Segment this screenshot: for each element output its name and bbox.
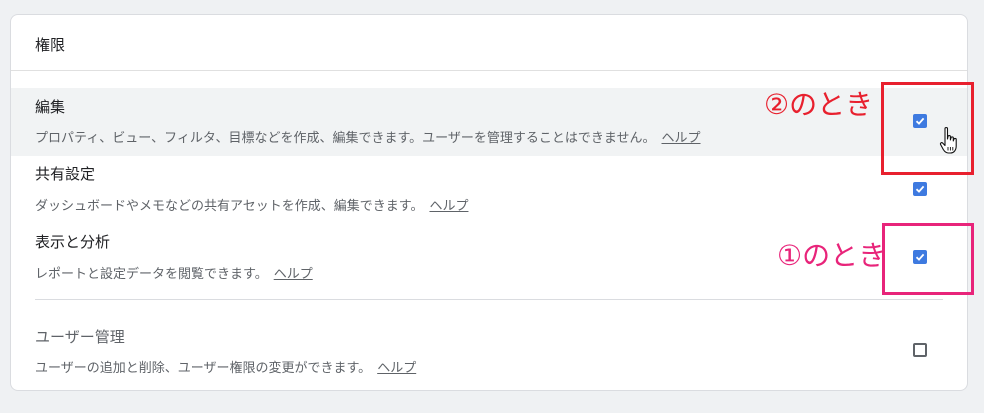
panel-header: 権限 [11,15,967,71]
permission-desc-edit: プロパティ、ビュー、フィルタ、目標などを作成、編集できます。ユーザーを管理するこ… [35,127,701,146]
help-link-edit[interactable]: ヘルプ [662,131,701,146]
permission-title-edit: 編集 [35,98,66,116]
permission-desc-text: ダッシュボードやメモなどの共有アセットを作成、編集できます。 [35,199,424,214]
annotation-box-view [882,223,974,295]
permission-row-user-management[interactable]: ユーザー管理 ユーザーの追加と削除、ユーザー権限の変更ができます。 ヘルプ [11,315,967,385]
hand-pointer-icon [939,127,957,154]
permission-desc-text: ユーザーの追加と削除、ユーザー権限の変更ができます。 [35,361,372,376]
checkmark-icon [915,185,925,193]
checkbox-user-management[interactable] [913,343,927,357]
permission-row-sharing[interactable]: 共有設定 ダッシュボードやメモなどの共有アセットを作成、編集できます。 ヘルプ [11,156,967,224]
panel-title: 権限 [35,36,66,54]
permission-desc-user-management: ユーザーの追加と削除、ユーザー権限の変更ができます。 ヘルプ [35,357,416,376]
permission-title-view-analyze: 表示と分析 [35,233,111,251]
help-link-view-analyze[interactable]: ヘルプ [274,267,313,282]
permission-title-user-management: ユーザー管理 [35,328,125,346]
help-link-user-management[interactable]: ヘルプ [377,361,416,376]
permission-desc-text: プロパティ、ビュー、フィルタ、目標などを作成、編集できます。ユーザーを管理するこ… [35,131,656,146]
annotation-label-edit: ②のとき [764,88,874,121]
permission-desc-sharing: ダッシュボードやメモなどの共有アセットを作成、編集できます。 ヘルプ [35,195,468,214]
permission-title-sharing: 共有設定 [35,165,96,183]
permission-desc-view-analyze: レポートと設定データを閲覧できます。 ヘルプ [35,263,313,282]
section-divider [35,299,943,300]
help-link-sharing[interactable]: ヘルプ [429,199,468,214]
permissions-panel: 権限 編集 プロパティ、ビュー、フィルタ、目標などを作成、編集できます。ユーザー… [10,14,968,391]
checkbox-sharing[interactable] [913,182,927,196]
annotation-label-view: ①のとき [777,239,887,272]
permission-desc-text: レポートと設定データを閲覧できます。 [35,267,268,282]
